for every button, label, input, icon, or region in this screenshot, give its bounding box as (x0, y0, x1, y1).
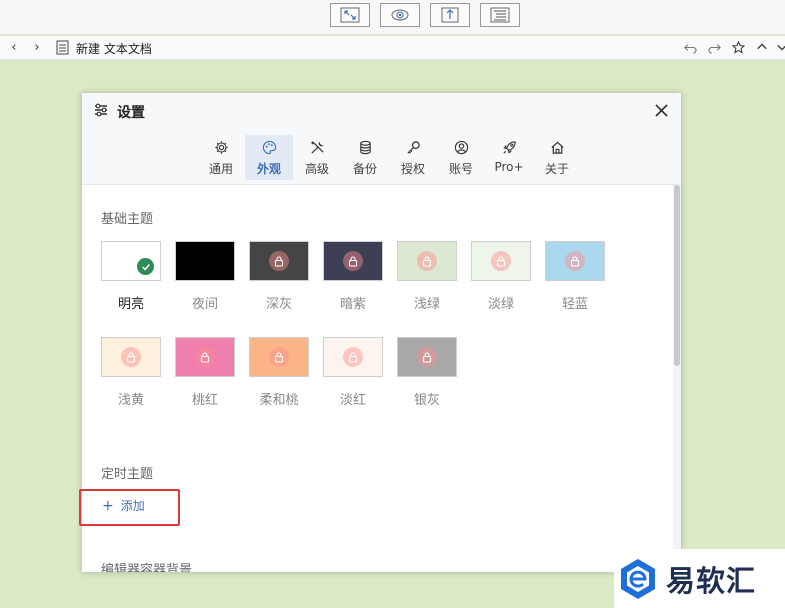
fullscreen-button[interactable] (330, 3, 370, 27)
editor-background-title: 编辑器容器背景 (101, 563, 193, 572)
export-button[interactable] (430, 3, 470, 27)
home-icon (550, 141, 564, 154)
theme-swatch[interactable] (397, 337, 457, 377)
watermark-text: 易软汇 (666, 563, 757, 598)
fullscreen-icon (340, 7, 360, 23)
document-title[interactable]: 新建 文本文档 (76, 40, 152, 57)
tab-label: 外观 (256, 162, 281, 176)
brand-logo (621, 558, 655, 599)
chevron-down-icon (777, 44, 785, 51)
tab-general[interactable]: 通用 (197, 135, 245, 180)
dialog-header: 设置 通用 外观 高级 备份 授权 账号 Pro+ 关于 (82, 93, 681, 185)
theme-swatch[interactable] (101, 337, 161, 377)
tab-advanced[interactable]: 高级 (293, 135, 341, 180)
watermark: 易软汇 (614, 549, 785, 608)
dialog-title: 设置 (117, 105, 145, 121)
tools-icon (310, 141, 324, 154)
outline-button[interactable] (480, 3, 520, 27)
tab-account[interactable]: 账号 (437, 135, 485, 180)
tab-pro[interactable]: Pro+ (485, 135, 533, 180)
tab-appearance[interactable]: 外观 (245, 135, 293, 180)
theme-swatch[interactable] (175, 337, 235, 377)
redo-icon (707, 43, 721, 54)
theme-label: 柔和桃 (259, 393, 299, 408)
theme-swatch[interactable] (175, 241, 235, 281)
redo-button[interactable] (706, 39, 722, 55)
lock-icon (269, 347, 289, 367)
theme-label: 桃红 (191, 393, 218, 408)
tab-about[interactable]: 关于 (533, 135, 581, 180)
theme-label: 轻蓝 (561, 297, 588, 312)
tab-label: 授权 (400, 162, 425, 176)
close-button[interactable] (652, 101, 670, 119)
tab-backup[interactable]: 备份 (341, 135, 389, 180)
outline-icon (490, 7, 510, 23)
back-button[interactable]: ‹ (7, 39, 21, 55)
export-icon (441, 7, 459, 23)
lock-icon (343, 251, 363, 271)
lock-icon (269, 251, 289, 271)
theme-label: 银灰 (413, 393, 440, 408)
eye-icon (391, 9, 409, 21)
scroll-down-button[interactable] (774, 39, 785, 55)
sliders-icon (95, 103, 107, 117)
theme-swatch[interactable] (323, 241, 383, 281)
theme-label: 浅绿 (413, 297, 440, 312)
tab-label: 通用 (208, 162, 233, 176)
tab-license[interactable]: 授权 (389, 135, 437, 180)
user-icon (454, 140, 468, 155)
lock-icon (195, 347, 215, 367)
tab-label: 账号 (448, 162, 473, 176)
chevron-up-icon (757, 43, 767, 50)
undo-icon (683, 43, 697, 54)
tab-bar: ‹ › 新建 文本文档 (0, 36, 785, 60)
theme-swatch[interactable] (101, 241, 161, 281)
theme-swatch[interactable] (397, 241, 457, 281)
lock-icon (121, 347, 141, 367)
theme-label: 暗紫 (339, 297, 366, 312)
theme-swatch[interactable] (249, 241, 309, 281)
scroll-up-button[interactable] (754, 39, 770, 55)
tab-label: 关于 (544, 162, 569, 176)
lock-icon (417, 251, 437, 271)
theme-label: 明亮 (117, 297, 144, 312)
lock-icon (417, 347, 437, 367)
timed-theme-title: 定时主题 (101, 467, 154, 482)
gear-icon (214, 141, 228, 154)
lock-icon (343, 347, 363, 367)
theme-swatch[interactable] (471, 241, 531, 281)
rocket-icon (502, 141, 516, 154)
theme-label: 深灰 (265, 297, 292, 312)
theme-label: 夜间 (191, 297, 218, 312)
scrollbar-thumb[interactable] (674, 185, 680, 366)
tab-label: 备份 (352, 162, 377, 176)
key-icon (406, 141, 420, 154)
undo-button[interactable] (682, 39, 698, 55)
basic-theme-title: 基础主题 (101, 212, 154, 227)
theme-label: 淡绿 (487, 297, 514, 312)
tab-label: Pro+ (494, 160, 524, 174)
lock-icon (565, 251, 585, 271)
highlight-box (79, 489, 180, 526)
preview-button[interactable] (380, 3, 420, 27)
vertical-scrollbar[interactable] (673, 185, 681, 572)
theme-swatch[interactable] (249, 337, 309, 377)
forward-button[interactable]: › (30, 39, 44, 55)
theme-label: 淡红 (339, 393, 366, 408)
database-icon (359, 140, 371, 155)
tab-label: 高级 (304, 162, 329, 176)
top-toolbar (0, 0, 785, 35)
lock-icon (491, 251, 511, 271)
document-icon (56, 40, 69, 55)
favorite-button[interactable] (730, 39, 746, 55)
star-icon (731, 40, 745, 54)
settings-tabs: 通用 外观 高级 备份 授权 账号 Pro+ 关于 (197, 135, 581, 181)
theme-swatch[interactable] (323, 337, 383, 377)
theme-swatch[interactable] (545, 241, 605, 281)
palette-icon (262, 140, 276, 155)
close-icon (654, 103, 668, 117)
check-icon (137, 258, 154, 275)
theme-label: 浅黄 (117, 393, 144, 408)
